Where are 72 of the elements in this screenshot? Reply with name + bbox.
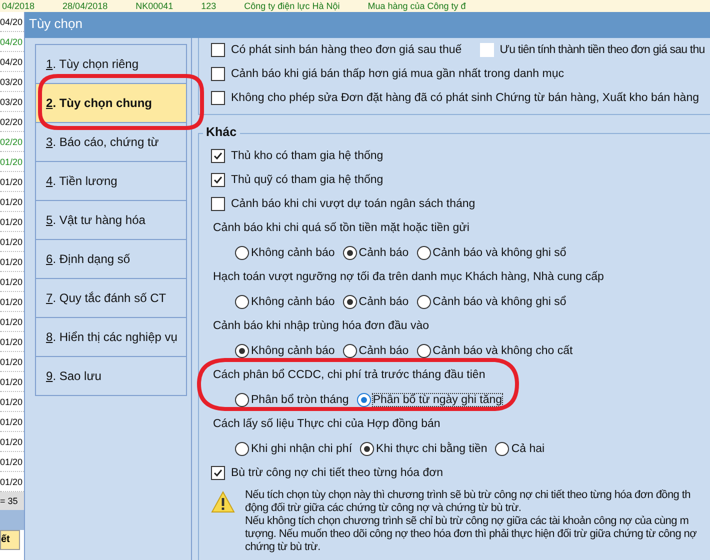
checkbox[interactable] xyxy=(211,43,225,57)
checkbox[interactable] xyxy=(211,466,225,480)
checkbox-label: Ưu tiên tính thành tiền theo đơn giá sau thu xyxy=(500,44,705,56)
checkbox-label: Không cho phép sửa Đơn đặt hàng đã có phát sinh Chứng từ bán hàng, Xuất kho bán hàng xyxy=(231,92,699,104)
option-label: Cảnh báo khi nhập trùng hóa đơn đầu vào xyxy=(213,319,430,334)
radio-label: Phân bổ tròn tháng xyxy=(251,394,349,406)
table-cell: 28/04/2018 xyxy=(62,0,108,12)
option-label: Hạch toán vượt ngưỡng nợ tối đa trên danh mục Khách hàng, Nhà cung cấp xyxy=(213,270,605,285)
checkbox[interactable] xyxy=(211,197,225,211)
table-cell: 123 xyxy=(201,0,216,12)
checkmark-icon xyxy=(213,175,223,185)
sheet-tab[interactable]: ết xyxy=(0,530,20,550)
radio-label: Cảnh báo và không ghi sổ xyxy=(432,296,566,308)
radio-label: Khi thực chi bằng tiền xyxy=(376,442,488,454)
radio-label: Cảnh báo xyxy=(358,296,409,308)
nav-tab[interactable]: 8. Hiển thị các nghiệp vụ xyxy=(36,318,186,357)
summary-cell: = 35 xyxy=(0,492,24,510)
radio-button[interactable] xyxy=(235,344,249,358)
radio-button[interactable] xyxy=(235,442,249,456)
tab-strip xyxy=(0,510,24,530)
table-cell: Mua hàng của Công ty đ xyxy=(368,0,466,12)
radio-label: Không cảnh báo xyxy=(251,344,335,356)
option-label: Cảnh báo khi chi quá số tồn tiền mặt hoặc tiền gửi xyxy=(213,221,470,236)
table-cell: NK00041 xyxy=(136,0,174,12)
checkbox[interactable] xyxy=(211,67,225,81)
checkbox-label: Cảnh báo khi giá bán thấp hơn giá mua gần nhất trong danh mục xyxy=(231,68,564,80)
radio-label: Cả hai xyxy=(511,442,545,454)
radio-label: Không cảnh báo xyxy=(251,246,335,258)
radio-button[interactable] xyxy=(356,392,371,406)
radio-label: Không cảnh báo xyxy=(251,296,335,308)
checkbox-label: Thủ kho có tham gia hệ thống xyxy=(231,150,384,162)
checkbox-label: Thủ quỹ có tham gia hệ thống xyxy=(231,174,384,186)
option-label: Cách phân bổ CCDC, chi phí trả trước tháng đầu tiên xyxy=(213,368,486,383)
radio-button[interactable] xyxy=(416,294,431,308)
radio-button[interactable] xyxy=(235,246,249,260)
radio-button[interactable] xyxy=(342,294,357,308)
radio-button[interactable] xyxy=(416,344,431,358)
warning-icon xyxy=(211,491,235,513)
radio-label: Cảnh báo xyxy=(358,246,409,258)
radio-label: Cảnh báo và không cho cất xyxy=(432,344,573,356)
checkbox[interactable] xyxy=(211,91,225,105)
nav-tab[interactable]: 7. Quy tắc đánh số CT xyxy=(36,279,186,318)
checkbox-label: Bù trừ công nợ chi tiết theo từng hóa đơn xyxy=(231,467,444,479)
radio-label: Khi ghi nhận chi phí xyxy=(251,442,352,454)
nav-tab[interactable]: 3. Báo cáo, chứng từ xyxy=(36,123,186,162)
radio-button[interactable] xyxy=(360,442,374,456)
checkmark-icon xyxy=(213,468,223,478)
table-cell: Công ty điện lực Hà Nội xyxy=(244,0,340,12)
radio-button[interactable] xyxy=(235,294,249,308)
warning-text: Nếu tích chọn tùy chọn này thì chương trình sẽ bù trừ công nợ chi tiết theo từng hóa đơn đồng th động đối trừ giữa các chứng từ công nợ và chứng từ bù trừ. Nếu không tích chọn chương trình sẽ chỉ bù trừ công nợ giữa các tài khoản công nợ của cùng m tượng. Nếu muốn theo dõi công nợ theo hóa đơn thì phải thực hiện đối trừ giữa chứng từ công nợ chứng từ bù trừ. xyxy=(245,489,697,554)
checkbox-label: Cảnh báo khi chi vượt dự toán ngân sách tháng xyxy=(231,198,476,210)
checkmark-icon xyxy=(213,151,223,161)
radio-label: Cảnh báo xyxy=(358,344,409,356)
nav-tab[interactable]: 9. Sao lưu xyxy=(36,357,186,396)
nav-tab[interactable]: 2. Tùy chọn chung xyxy=(36,84,186,123)
radio-button[interactable] xyxy=(416,246,431,260)
radio-button[interactable] xyxy=(342,246,357,260)
checkbox[interactable] xyxy=(211,149,225,163)
nav-tab[interactable]: 6. Định dạng số xyxy=(36,240,186,279)
nav-tab[interactable]: 5. Vật tư hàng hóa xyxy=(36,201,186,240)
radio-label: Cảnh báo và không ghi sổ xyxy=(432,246,566,258)
nav-tab[interactable]: 4. Tiền lương xyxy=(36,162,186,201)
checkbox-label: Có phát sinh bán hàng theo đơn giá sau thuế xyxy=(231,44,462,56)
radio-button[interactable] xyxy=(342,344,357,358)
radio-label: Phân bổ từ ngày ghi tăng xyxy=(372,394,502,406)
radio-button[interactable] xyxy=(495,442,510,456)
group-title: Khác xyxy=(203,125,240,139)
window-title: Tùy chọn xyxy=(25,12,710,38)
radio-button[interactable] xyxy=(235,392,249,406)
table-cell: 04/2018 xyxy=(2,0,35,12)
checkbox[interactable] xyxy=(211,173,225,187)
option-label: Cách lấy số liệu Thực chi của Hợp đồng bán xyxy=(213,417,442,432)
